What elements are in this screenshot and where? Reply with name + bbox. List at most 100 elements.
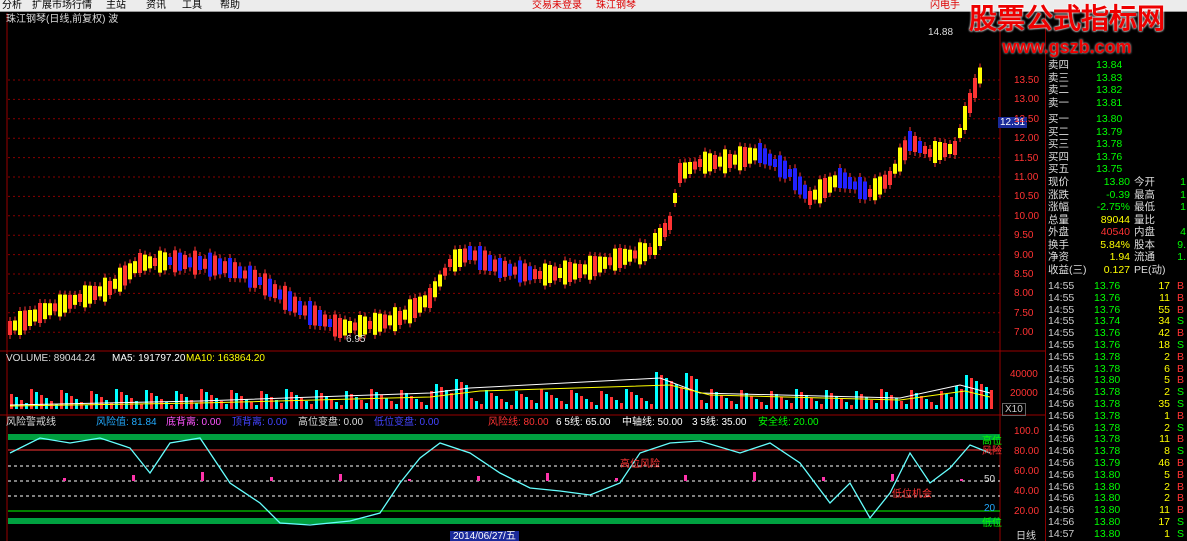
tick-time: 14:55	[1048, 362, 1075, 375]
flash-trade-button[interactable]: 闪电手	[930, 0, 960, 12]
tick-volume: 2	[1164, 492, 1170, 505]
candle-body	[953, 141, 957, 155]
stat-key: 现价	[1048, 176, 1069, 188]
volume-bar	[480, 404, 483, 409]
volume-bar	[425, 405, 428, 409]
candle-body	[773, 159, 777, 167]
volume-bar	[810, 398, 813, 409]
volume-bar	[215, 398, 218, 409]
volume-bar	[815, 401, 818, 409]
price-tick: 10.50	[1014, 191, 1040, 203]
volume-bar	[625, 389, 628, 409]
stat-value: 13.80	[1103, 176, 1130, 188]
volume-bar	[405, 393, 408, 409]
period-label[interactable]: 日线	[1016, 531, 1036, 541]
menu-tools[interactable]: 工具	[182, 0, 202, 12]
candle-body	[798, 176, 802, 195]
tick-side: B	[1176, 327, 1184, 340]
volume-bar	[60, 390, 63, 409]
tick-side: S	[1176, 421, 1184, 434]
signal-bar	[132, 475, 135, 481]
tick-side: B	[1176, 480, 1184, 493]
volume-bar	[680, 387, 683, 409]
volume-bar	[295, 395, 298, 409]
volume-bar	[530, 400, 533, 409]
volume-tick-40000: 40000	[1010, 369, 1038, 380]
candle-body	[18, 311, 22, 335]
volume-bar	[685, 373, 688, 409]
bid-price: 13.78	[1096, 138, 1123, 150]
volume-bar	[725, 398, 728, 409]
price-tick: 7.00	[1014, 327, 1034, 339]
tick-volume: 8	[1164, 445, 1170, 458]
candle-body	[918, 141, 922, 153]
tick-volume: 17	[1158, 280, 1170, 292]
candle-body	[518, 260, 522, 283]
volume-bar	[430, 391, 433, 409]
trade-login-status[interactable]: 交易未登录	[532, 0, 582, 12]
kline-chart-area[interactable]: 珠江钢琴(日线,前复权) 波 14.88 6.95 12.31 13.50 13.…	[0, 13, 1045, 541]
volume-bar	[970, 378, 973, 409]
volume-bar	[855, 391, 858, 409]
menu-news[interactable]: 资讯	[146, 0, 166, 12]
volume-bar	[910, 390, 913, 409]
tick-price: 13.78	[1094, 421, 1121, 434]
candle-body	[853, 181, 857, 190]
candle-body	[643, 243, 647, 262]
price-tick: 8.00	[1014, 288, 1034, 300]
price-tick: 13.50	[1014, 75, 1040, 86]
volume-bar	[255, 405, 258, 409]
menu-analysis[interactable]: 分析	[2, 0, 22, 12]
candle-body	[843, 172, 847, 189]
candle-body	[778, 155, 782, 178]
menu-main-site[interactable]: 主站	[106, 0, 126, 12]
candle-body	[418, 296, 422, 313]
candle-body	[143, 254, 147, 271]
signal-bar	[477, 476, 480, 481]
chart-canvas[interactable]	[0, 13, 1045, 541]
tick-volume: 5	[1164, 374, 1170, 387]
indicator-legend-item: 顶背离: 0.00	[232, 417, 288, 428]
candle-body	[68, 294, 72, 309]
volume-bar	[885, 392, 888, 409]
candle-body	[593, 256, 597, 277]
stat-value: 5.84%	[1100, 238, 1130, 251]
annotation-high-risk: 高位风险	[620, 459, 660, 470]
tick-price: 13.78	[1094, 398, 1121, 410]
volume-bar	[635, 395, 638, 409]
volume-bar	[660, 375, 663, 409]
tick-time: 14:56	[1048, 457, 1075, 469]
tick-volume: 1	[1164, 527, 1170, 540]
tick-side: B	[1176, 280, 1184, 292]
menu-help[interactable]: 帮助	[220, 0, 240, 12]
candle-body	[908, 131, 912, 151]
tick-row: 14:56 13.78 2 S	[1046, 386, 1187, 399]
volume-ma10: MA10: 163864.20	[186, 353, 265, 364]
tick-price: 13.78	[1094, 350, 1121, 363]
stat-value: 4	[1180, 226, 1186, 238]
candle-body	[628, 249, 632, 262]
tick-volume: 55	[1158, 303, 1170, 316]
volume-bar	[500, 399, 503, 409]
indicator-top-band	[8, 434, 1000, 440]
tick-volume: 35	[1158, 398, 1170, 410]
stat-value: 1	[1180, 201, 1186, 213]
candle-body	[113, 278, 117, 289]
indicator-legend-item: 底背离: 0.00	[166, 417, 222, 428]
candle-body	[598, 256, 602, 273]
volume-bar	[750, 396, 753, 409]
bid-label: 买三	[1048, 138, 1069, 150]
volume-bar	[955, 386, 958, 409]
tick-price: 13.76	[1094, 303, 1121, 316]
candle-body	[98, 286, 102, 297]
annotation-low-chance: 低位机会	[892, 489, 932, 500]
stat-value: 9.	[1177, 238, 1186, 251]
stat-key: PE(动)	[1134, 263, 1166, 276]
menu-ext-market[interactable]: 扩展市场行情	[32, 0, 92, 12]
volume-bar	[870, 400, 873, 409]
volume-label: VOLUME: 89044.24	[6, 353, 96, 364]
candle-body	[478, 246, 482, 270]
candle-body	[793, 168, 797, 191]
tick-time: 14:56	[1048, 421, 1075, 434]
indicator-name: 风险警戒线	[6, 417, 56, 428]
